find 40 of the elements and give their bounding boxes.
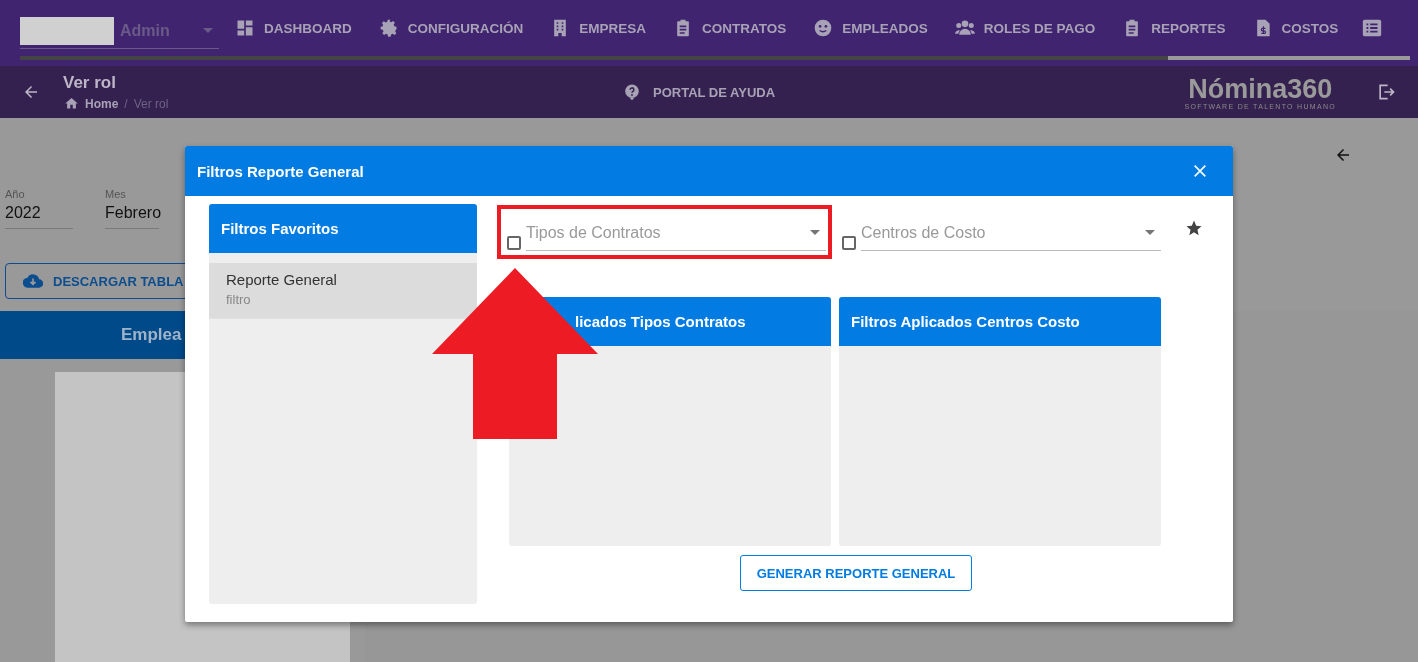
breadcrumb-separator: / — [124, 96, 128, 111]
select-field[interactable]: Año 2022 — [5, 188, 73, 229]
close-icon[interactable] — [1192, 163, 1208, 179]
nav-link[interactable]: REPORTES — [1122, 18, 1226, 38]
nav-link[interactable]: EMPLEADOS — [813, 18, 928, 38]
select-field[interactable]: Mes Febrero — [105, 188, 159, 229]
cloud-download-icon — [23, 271, 43, 291]
star-icon[interactable] — [1185, 219, 1203, 237]
nav-link[interactable]: CONTRATOS — [673, 18, 787, 38]
checkbox[interactable] — [507, 236, 521, 250]
nav-link[interactable]: EMPRESA — [550, 18, 646, 38]
dashboard-icon — [235, 18, 255, 38]
favorite-item[interactable]: Reporte General filtro — [209, 263, 477, 319]
breadcrumb-link[interactable]: Home — [85, 96, 119, 111]
panel-header: Filtros Favoritos — [209, 204, 477, 253]
users-icon — [954, 18, 975, 38]
nav-link[interactable]: DASHBOARD — [235, 18, 352, 38]
breadcrumb-current: Ver rol — [133, 96, 169, 111]
help-icon — [623, 83, 641, 101]
face-icon — [813, 18, 834, 38]
select-field[interactable]: Tipos de Contratos — [526, 215, 826, 251]
panel-header: Filtros Aplicados Centros Costo — [839, 297, 1161, 346]
list-icon[interactable] — [1361, 17, 1384, 39]
brand-logo: Nómina360 — [1188, 74, 1333, 103]
caret-icon — [1145, 230, 1155, 235]
settings-icon — [378, 18, 399, 38]
caret-icon — [810, 230, 820, 235]
nav-link[interactable]: CONFIGURACIÓN — [378, 18, 524, 38]
caret-icon — [203, 28, 213, 33]
help-portal-link[interactable]: PORTAL DE AYUDA — [623, 83, 776, 101]
home-icon[interactable] — [64, 96, 79, 111]
select-field[interactable]: Centros de Costo — [861, 215, 1161, 251]
nav-link[interactable]: ROLES DE PAGO — [954, 18, 1096, 38]
checkbox[interactable] — [842, 236, 856, 250]
logout-icon[interactable] — [1376, 82, 1396, 102]
nav-link[interactable]: COSTOS — [1252, 18, 1339, 38]
generate-report-button[interactable]: GENERAR REPORTE GENERAL — [739, 555, 973, 591]
dialog-title: Filtros Reporte General — [197, 162, 364, 180]
page-title: Ver rol — [63, 73, 117, 93]
scrollbar[interactable] — [20, 56, 1410, 60]
